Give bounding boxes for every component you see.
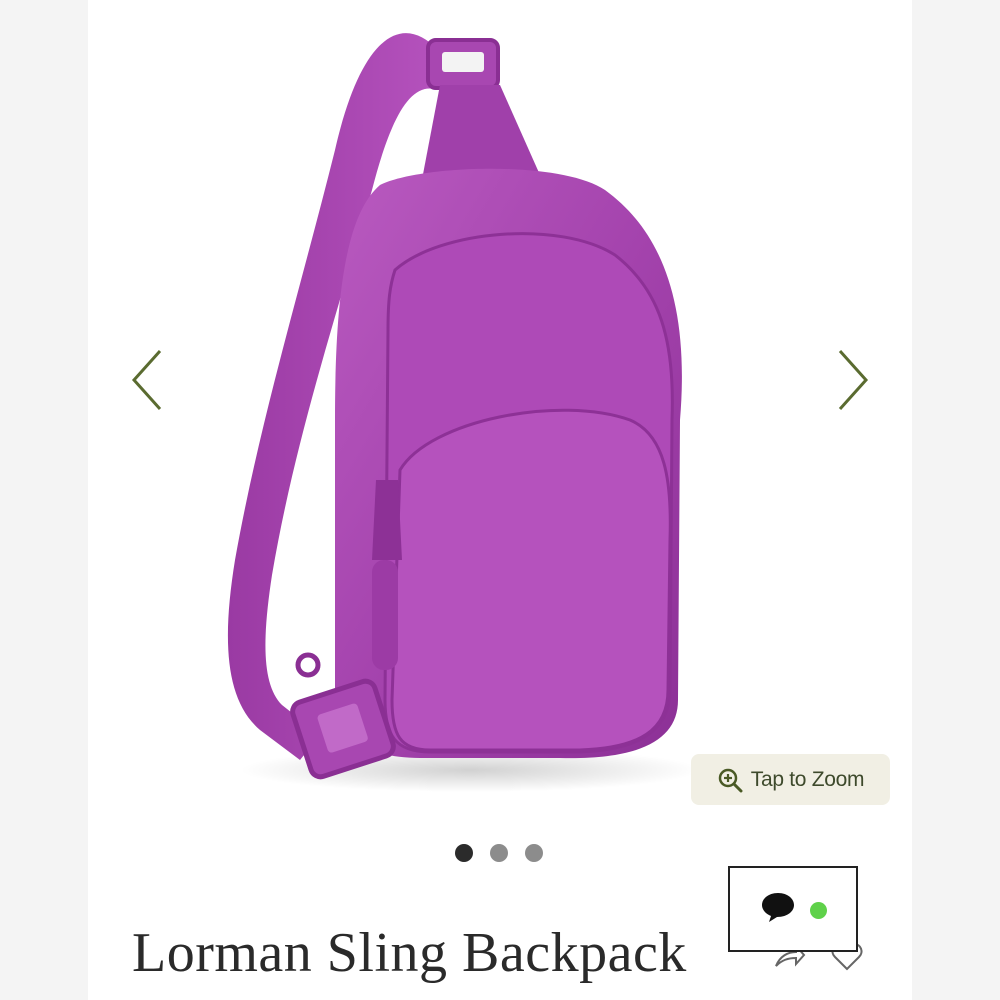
zoom-in-icon <box>717 767 743 793</box>
chat-bubble-icon <box>760 890 796 929</box>
gallery-pagination <box>455 843 547 863</box>
product-image[interactable] <box>0 0 1000 830</box>
tap-to-zoom-button[interactable]: Tap to Zoom <box>691 754 890 805</box>
gallery-prev-button[interactable] <box>128 345 168 415</box>
gallery-dot-1[interactable] <box>455 844 473 862</box>
tap-to-zoom-label: Tap to Zoom <box>750 767 865 791</box>
chevron-left-icon <box>131 349 162 411</box>
gallery-next-button[interactable] <box>832 345 872 415</box>
chevron-right-icon <box>838 349 869 411</box>
gallery-dot-3[interactable] <box>525 844 543 862</box>
product-gallery: Tap to Zoom <box>0 0 1000 830</box>
product-title: Lorman Sling Backpack <box>132 922 687 984</box>
gallery-dot-2[interactable] <box>490 844 508 862</box>
online-status-dot <box>810 902 827 919</box>
chat-widget[interactable] <box>728 866 858 952</box>
